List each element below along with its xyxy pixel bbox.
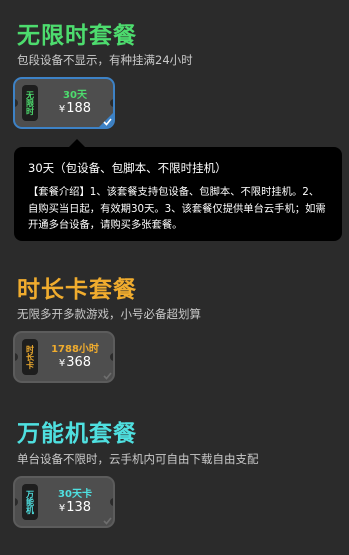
checkmark-corner-icon xyxy=(99,113,113,127)
package-tag: 无限时 xyxy=(22,85,38,121)
section-title: 万能机套餐 xyxy=(17,421,137,447)
price-value: 188 xyxy=(66,101,92,116)
tooltip-body: 【套餐介绍】1、该套餐支持包设备、包脚本、不限时挂机。2、自购买当日起，有效期3… xyxy=(28,186,326,231)
section-subtitle: 包段设备不显示，有种挂满24小时 xyxy=(17,53,193,67)
package-detail-tooltip: 30天（包设备、包脚本、不限时挂机） 【套餐介绍】1、该套餐支持包设备、包脚本、… xyxy=(14,139,342,241)
section-subtitle: 无限多开多款游戏，小号必备超划算 xyxy=(17,307,201,321)
price-value: 368 xyxy=(66,355,92,370)
price-value: 138 xyxy=(66,500,92,515)
tooltip-title: 30天（包设备、包脚本、不限时挂机） xyxy=(28,161,227,175)
currency-symbol: ¥ xyxy=(58,503,66,514)
currency-symbol: ¥ xyxy=(58,104,66,115)
package-name: 1788小时 xyxy=(51,344,99,355)
currency-symbol: ¥ xyxy=(58,358,66,369)
package-tag: 万能机 xyxy=(22,484,38,520)
package-card-unlimited-30d[interactable]: 无限时 30天 ¥188 xyxy=(13,77,115,129)
package-tag: 时长卡 xyxy=(22,339,38,375)
section-subtitle: 单台设备不限时，云手机内可自由下载自由支配 xyxy=(17,452,259,466)
section-title: 时长卡套餐 xyxy=(17,277,137,303)
package-card-duration-1788h[interactable]: 时长卡 1788小时 ¥368 xyxy=(13,331,115,383)
checkmark-corner-icon xyxy=(103,517,112,525)
package-card-universal-30d[interactable]: 万能机 30天卡 ¥138 xyxy=(13,476,115,528)
section-title: 无限时套餐 xyxy=(17,23,137,49)
checkmark-corner-icon xyxy=(103,372,112,380)
package-name: 30天 xyxy=(63,90,87,101)
package-name: 30天卡 xyxy=(58,489,92,500)
